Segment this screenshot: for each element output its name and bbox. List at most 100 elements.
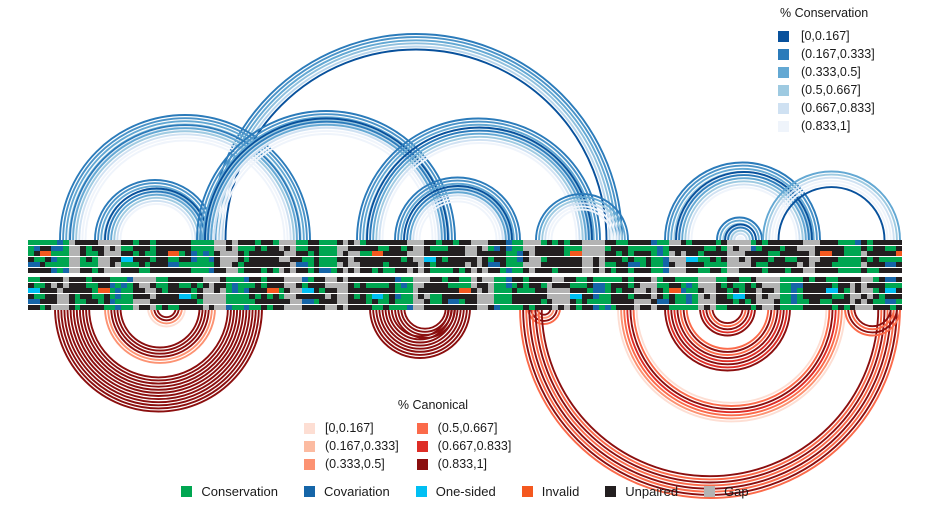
- category-legend-item: Covariation: [303, 484, 390, 499]
- canonical-legend-item: (0.667,0.833]: [416, 437, 512, 455]
- arc-stroke: [626, 308, 837, 414]
- legend-label: (0.167,0.333]: [325, 439, 399, 453]
- alignment-row: [28, 251, 903, 257]
- legend-swatch: [304, 422, 315, 434]
- arc-stroke: [528, 308, 892, 490]
- bottom-arc: [394, 308, 456, 339]
- legend-label: (0.833,1]: [437, 457, 488, 471]
- legend-swatch: [416, 458, 428, 470]
- alignment-row: [28, 277, 903, 282]
- legend-swatch: [416, 422, 428, 434]
- legend-label: (0.667,0.833]: [437, 439, 512, 453]
- alignment-row: [28, 299, 903, 305]
- category-legend-item: One-sided: [415, 484, 496, 499]
- legend-swatch: [778, 84, 789, 96]
- conservation-legend-items: [0,0.167] (0.167,0.333] (0.333,0.5] (0.5,0.…: [778, 27, 875, 135]
- alignment-cell: [896, 282, 903, 288]
- legend-label: (0.333,0.5]: [801, 65, 861, 79]
- alignment-cell: [896, 304, 903, 310]
- alignment-row: [28, 245, 903, 251]
- alignment-cell: [896, 251, 903, 257]
- alignment-cell: [896, 288, 903, 294]
- legend-swatch: [181, 486, 193, 497]
- legend-label: Covariation: [323, 484, 390, 499]
- alignment-row: [28, 304, 903, 310]
- canonical-legend-item: (0.833,1]: [416, 455, 512, 473]
- legend-label: (0.167,0.333]: [801, 47, 875, 61]
- legend-label: (0.833,1]: [801, 119, 851, 133]
- legend-label: (0.5,0.667]: [801, 83, 861, 97]
- legend-label: (0.5,0.667]: [437, 421, 498, 435]
- top-arc-group: [59, 33, 901, 240]
- category-legend-item: Unpaired: [605, 484, 678, 499]
- conservation-legend-title: % Conservation: [780, 6, 869, 20]
- alignment-row: [28, 293, 903, 299]
- canonical-legend-column: [0,0.167] (0.167,0.333] (0.333,0.5]: [304, 419, 399, 473]
- legend-swatch: [704, 486, 716, 497]
- alignment-cell: [896, 240, 903, 245]
- bottom-alignment-block: [28, 277, 903, 311]
- legend-label: Invalid: [541, 484, 580, 499]
- legend-swatch: [605, 486, 617, 497]
- bottom-arc: [664, 308, 791, 372]
- category-legend-item: Gap: [704, 484, 749, 499]
- top-alignment-block: [28, 240, 903, 274]
- conservation-legend: % Conservation [0,0.167] (0.167,0.333] (0.…: [778, 6, 875, 135]
- legend-label: (0.333,0.5]: [325, 457, 385, 471]
- conservation-legend-item: (0.333,0.5]: [778, 63, 875, 81]
- legend-label: One-sided: [435, 484, 496, 499]
- arc-stroke: [85, 308, 232, 382]
- alignment-row: [28, 282, 903, 288]
- canonical-legend: % Canonical [0,0.167] (0.167,0.333] (0.333…: [300, 398, 566, 473]
- legend-label: Conservation: [201, 484, 278, 499]
- alignment-row: [28, 267, 903, 273]
- alignment-cell: [896, 267, 903, 273]
- legend-swatch: [415, 486, 427, 497]
- conservation-legend-item: (0.667,0.833]: [778, 99, 875, 117]
- legend-swatch: [521, 486, 533, 497]
- bottom-arc: [147, 308, 186, 328]
- legend-label: [0,0.167]: [801, 29, 850, 43]
- category-legend: Conservation Covariation One-sided Invalid U…: [0, 484, 930, 499]
- legend-swatch: [303, 486, 315, 497]
- conservation-legend-item: (0.167,0.333]: [778, 45, 875, 63]
- alignment-row: [28, 288, 903, 294]
- alignment-cell: [896, 256, 903, 262]
- bottom-arc: [699, 308, 756, 337]
- canonical-legend-columns: [0,0.167] (0.167,0.333] (0.333,0.5] (0.5,0.…: [300, 419, 566, 473]
- alignment-cell: [896, 293, 903, 299]
- legend-label: Unpaired: [625, 484, 679, 499]
- legend-swatch: [778, 66, 789, 78]
- arc-stroke: [540, 308, 880, 478]
- alignment-row: [28, 240, 903, 245]
- legend-label: (0.667,0.833]: [801, 101, 875, 115]
- legend-label: Gap: [724, 484, 749, 499]
- legend-label: [0,0.167]: [325, 421, 374, 435]
- canonical-legend-item: (0.333,0.5]: [304, 455, 399, 473]
- alignment-cell: [896, 262, 903, 268]
- legend-swatch: [778, 120, 789, 132]
- legend-swatch: [778, 48, 789, 60]
- arc-diagram-plot: % Conservation [0,0.167] (0.167,0.333] (0.…: [0, 0, 930, 513]
- legend-swatch: [778, 102, 789, 114]
- conservation-legend-item: (0.5,0.667]: [778, 81, 875, 99]
- category-legend-item: Conservation: [181, 484, 278, 499]
- bottom-arc: [104, 308, 216, 364]
- conservation-legend-item: [0,0.167]: [778, 27, 875, 45]
- canonical-legend-item: (0.5,0.667]: [416, 419, 512, 437]
- arc-stroke: [531, 308, 889, 487]
- arc-stroke: [403, 308, 447, 330]
- legend-swatch: [778, 30, 789, 42]
- canonical-legend-item: [0,0.167]: [304, 419, 399, 437]
- legend-swatch: [304, 440, 315, 452]
- legend-swatch: [416, 440, 428, 452]
- alignment-cell: [896, 277, 903, 282]
- canonical-legend-column: (0.5,0.667] (0.667,0.833] (0.833,1]: [416, 419, 512, 473]
- legend-swatch: [304, 458, 315, 470]
- canonical-legend-item: (0.167,0.333]: [304, 437, 399, 455]
- canonical-legend-title: % Canonical: [397, 398, 469, 412]
- alignment-cell: [896, 245, 903, 251]
- alignment-row: [28, 262, 903, 268]
- alignment-row: [28, 256, 903, 262]
- category-legend-item: Invalid: [521, 484, 580, 499]
